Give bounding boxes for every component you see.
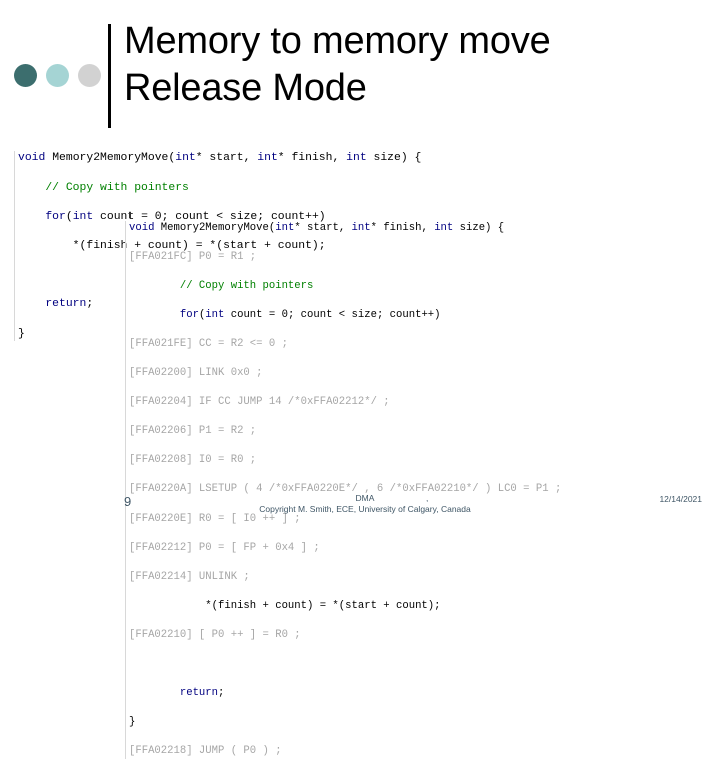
- c-code-token: * finish,: [277, 152, 347, 165]
- asm-code-token: Memory2MemoryMove(: [160, 221, 276, 234]
- asm-code-token: [FFA02208] I0 = R0 ;: [129, 454, 257, 467]
- asm-code-token: size) {: [453, 221, 505, 234]
- asm-code-token: [FFA021FE] CC = R2 <= 0 ;: [129, 337, 288, 350]
- asm-code-line: *(finish + count) = *(start + count);: [129, 599, 715, 614]
- asm-code-token: return: [179, 687, 219, 700]
- c-code-token: void: [18, 152, 53, 165]
- c-code-token: // Copy with pointers: [45, 181, 189, 194]
- c-code-token: }: [18, 327, 25, 340]
- asm-code-token: [FFA02204] IF CC JUMP 14 /*0xFFA02212*/ …: [129, 396, 390, 409]
- asm-code-line: [FFA02210] [ P0 ++ ] = R0 ;: [129, 628, 715, 643]
- asm-code-token: count = 0; count < size; count++): [224, 308, 441, 321]
- footer-copyright: Copyright M. Smith, ECE, University of C…: [259, 504, 471, 514]
- asm-code-line: }: [129, 715, 715, 730]
- c-code-token: int: [72, 210, 94, 223]
- footer-center-text: DMA Copyright M. Smith, ECE, University …: [150, 493, 580, 515]
- c-code-line: void Memory2MemoryMove(int* start, int* …: [18, 151, 534, 166]
- c-code-token: [18, 211, 45, 223]
- page-title: Memory to memory move Release Mode: [124, 20, 551, 109]
- asm-code-token: [FFA02212] P0 = [ FP + 0x4 ] ;: [129, 541, 320, 554]
- asm-code-token: int: [205, 308, 225, 321]
- asm-code-line: [129, 657, 715, 672]
- asm-code-token: [FFA02200] LINK 0x0 ;: [129, 367, 263, 380]
- asm-code-token: [FFA02214] UNLINK ;: [129, 570, 250, 583]
- c-code-token: (: [65, 210, 73, 223]
- asm-code-token: int: [351, 221, 371, 234]
- asm-code-line: void Memory2MemoryMove(int* start, int* …: [129, 221, 715, 236]
- c-code-token: size) {: [366, 152, 422, 165]
- asm-code-line: [FFA02218] JUMP ( P0 ) ;: [129, 744, 715, 759]
- asm-code-line: [FFA02212] P0 = [ FP + 0x4 ] ;: [129, 541, 715, 556]
- asm-code-line: [FFA021FE] CC = R2 <= 0 ;: [129, 337, 715, 352]
- asm-code-line: // Copy with pointers: [129, 279, 715, 294]
- asm-code-token: [FFA02206] P1 = R2 ;: [129, 425, 257, 438]
- c-code-token: * start,: [195, 152, 258, 165]
- asm-code-line: for(int count = 0; count < size; count++…: [129, 308, 715, 323]
- decorative-dots: [8, 64, 108, 90]
- listing-marker: [129, 212, 131, 218]
- asm-code-token: void: [129, 221, 161, 234]
- c-code-token: [18, 298, 45, 310]
- asm-code-token: // Copy with pointers: [179, 279, 314, 292]
- footer-subject: DMA: [355, 493, 375, 503]
- asm-code-token: * start,: [294, 221, 352, 234]
- c-code-token: int: [257, 152, 278, 165]
- asm-code-line: [FFA02204] IF CC JUMP 14 /*0xFFA02212*/ …: [129, 395, 715, 410]
- asm-code-line: return;: [129, 686, 715, 701]
- asm-code-token: *(finish + count) = *(start + count);: [129, 599, 441, 612]
- c-code-token: int: [175, 152, 196, 165]
- decorative-dot-2: [46, 64, 69, 87]
- c-code-token: Memory2MemoryMove(: [52, 152, 176, 165]
- c-code-token: for: [45, 210, 66, 223]
- asm-code-token: ;: [218, 687, 225, 700]
- asm-code-token: [129, 280, 180, 292]
- slide-footer: 9 DMA Copyright M. Smith, ECE, Universit…: [0, 490, 720, 534]
- asm-code-token: [129, 687, 180, 699]
- asm-code-token: for: [179, 308, 199, 321]
- asm-code-token: [FFA02218] JUMP ( P0 ) ;: [129, 745, 282, 758]
- footer-date: 12/14/2021: [659, 494, 702, 504]
- c-code-token: return: [45, 298, 87, 311]
- asm-code-token: [129, 309, 180, 321]
- asm-code-line: [FFA02200] LINK 0x0 ;: [129, 366, 715, 381]
- asm-code-token: [FFA021FC] P0 = R1 ;: [129, 250, 257, 263]
- asm-code-token: int: [275, 221, 295, 234]
- footer-separator: ,: [426, 493, 429, 503]
- decorative-dot-1: [14, 64, 37, 87]
- asm-code-token: int: [434, 221, 454, 234]
- asm-code-line: [FFA02208] I0 = R0 ;: [129, 453, 715, 468]
- c-code-line: // Copy with pointers: [18, 181, 534, 196]
- asm-code-line: [FFA021FC] P0 = R1 ;: [129, 250, 715, 265]
- c-code-token: ;: [86, 298, 94, 311]
- title-vertical-rule: [108, 24, 111, 128]
- asm-code-token: * finish,: [370, 221, 435, 234]
- footer-page-number: 9: [124, 494, 132, 509]
- c-code-token: [18, 182, 45, 194]
- c-code-token: int: [346, 152, 367, 165]
- asm-code-line: [FFA02214] UNLINK ;: [129, 570, 715, 585]
- asm-code-token: [FFA02210] [ P0 ++ ] = R0 ;: [129, 628, 301, 641]
- slide-title-block: Memory to memory move Release Mode: [0, 20, 720, 132]
- decorative-dot-3: [78, 64, 101, 87]
- asm-code-token: }: [129, 716, 136, 729]
- asm-code-line: [FFA02206] P1 = R2 ;: [129, 424, 715, 439]
